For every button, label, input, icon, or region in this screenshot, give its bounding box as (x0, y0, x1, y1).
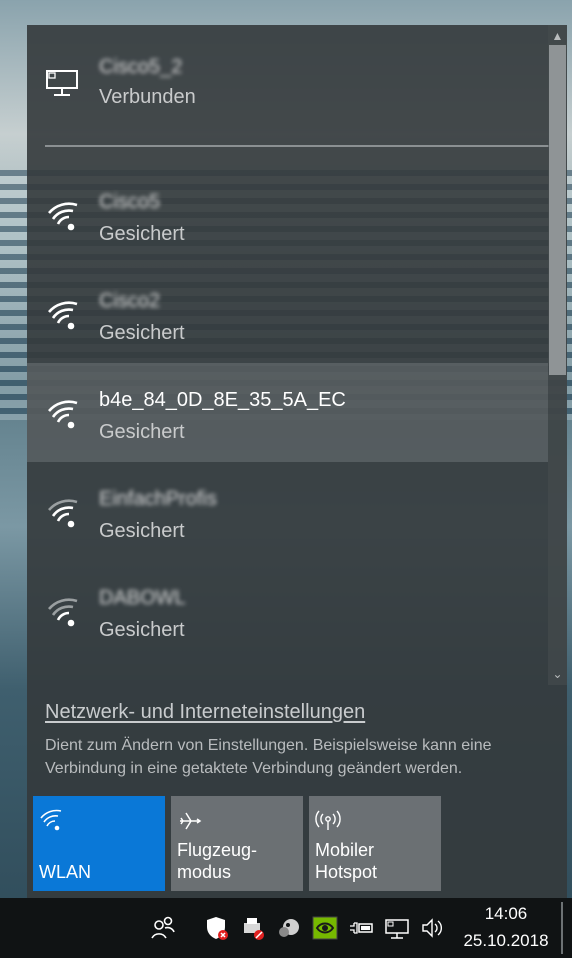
mobile-hotspot-button[interactable]: Mobiler Hotspot (309, 796, 441, 891)
nvidia-icon[interactable] (312, 914, 338, 942)
security-warning-icon[interactable] (204, 914, 230, 942)
network-status: Gesichert (99, 223, 185, 245)
network-status: Gesichert (99, 421, 185, 443)
airplane-mode-button[interactable]: Flugzeug- modus (171, 796, 303, 891)
printer-error-icon[interactable] (240, 914, 266, 942)
clock-time[interactable]: 14:06 (462, 904, 550, 924)
taskbar: 14:06 25.10.2018 (0, 898, 572, 958)
airplane-icon (180, 812, 202, 830)
wifi-signal-icon (48, 202, 78, 231)
app-icon[interactable] (276, 914, 302, 942)
network-settings-description: Dient zum Ändern von Einstellungen. Beis… (45, 737, 492, 777)
tile-label: Mobiler Hotspot (315, 840, 378, 882)
network-name: Cisco5_2 (99, 56, 183, 78)
network-icon[interactable] (384, 914, 410, 942)
network-name: DABOWL (99, 587, 186, 609)
network-name: EinfachProfis (99, 488, 217, 510)
wifi-signal-icon (48, 598, 78, 627)
network-status: Verbunden (99, 86, 196, 108)
hotspot-icon (315, 810, 341, 830)
network-status: Gesichert (99, 520, 185, 542)
network-flyout: Cisco5_2 Verbunden Cisco5 Gesichert Cisc… (27, 25, 567, 898)
network-item[interactable]: DABOWL Gesichert (27, 561, 548, 660)
network-name: b4e_84_0D_8E_35_5A_EC (99, 389, 346, 411)
wifi-signal-icon (48, 499, 78, 528)
tile-label: Flugzeug- modus (177, 840, 258, 882)
ethernet-icon (46, 70, 78, 96)
scrollbar[interactable]: ▲ ⌄ (548, 25, 567, 685)
divider (45, 145, 549, 147)
wlan-toggle-button[interactable]: WLAN (33, 796, 165, 891)
wifi-signal-icon (48, 301, 78, 330)
scroll-up-icon[interactable]: ▲ (548, 27, 567, 45)
network-name: Cisco2 (99, 290, 161, 312)
network-item-highlighted[interactable]: b4e_84_0D_8E_35_5A_EC Gesichert (27, 363, 548, 462)
network-status: Gesichert (99, 322, 185, 344)
network-item-ethernet[interactable]: Cisco5_2 Verbunden (27, 42, 548, 141)
network-status: Gesichert (99, 619, 185, 641)
scroll-thumb[interactable] (549, 45, 566, 375)
power-plug-icon[interactable] (348, 914, 374, 942)
network-name: Cisco5 (99, 191, 161, 213)
show-desktop-button[interactable] (561, 902, 563, 954)
network-item[interactable]: EinfachProfis Gesichert (27, 462, 548, 561)
network-item[interactable]: Cisco2 Gesichert (27, 264, 548, 363)
people-icon[interactable] (150, 914, 176, 942)
network-list: Cisco5_2 Verbunden Cisco5 Gesichert Cisc… (27, 25, 549, 685)
wifi-signal-icon (48, 400, 78, 429)
scroll-down-icon[interactable]: ⌄ (548, 665, 567, 683)
clock-date[interactable]: 25.10.2018 (455, 931, 557, 951)
tile-label: WLAN (39, 862, 92, 882)
network-settings-link[interactable]: Netzwerk- und Interneteinstellungen (45, 701, 365, 724)
wifi-icon (40, 809, 62, 831)
network-item[interactable]: Cisco5 Gesichert (27, 165, 548, 264)
volume-icon[interactable] (420, 914, 446, 942)
